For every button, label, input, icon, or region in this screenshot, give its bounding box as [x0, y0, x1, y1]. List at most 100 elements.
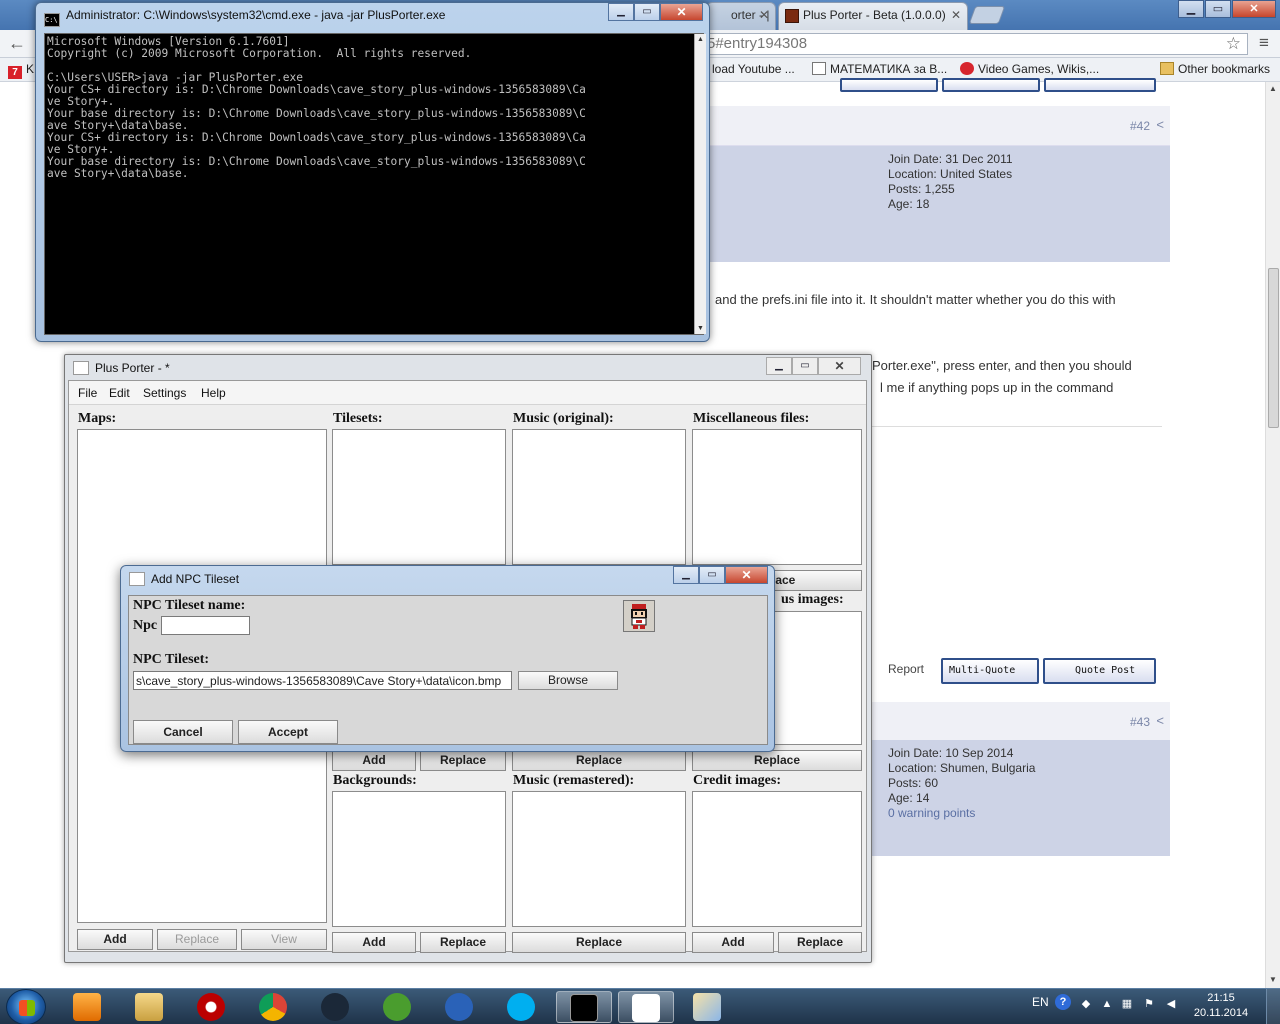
minimize-button[interactable]: ▁ — [608, 3, 634, 21]
close-button[interactable]: ✕ — [818, 357, 861, 375]
close-button[interactable]: ✕ — [1232, 0, 1276, 18]
chevron-up-icon[interactable]: ▲ — [1100, 997, 1114, 1011]
maps-replace-button[interactable]: Replace — [157, 929, 237, 950]
input-value: s\cave_story_plus-windows-1356583089\Cav… — [136, 674, 502, 688]
taskbar-paint[interactable] — [680, 991, 736, 1023]
share-icon[interactable]: < — [1156, 117, 1164, 132]
warning-points-link[interactable]: 0 warning points — [888, 806, 1170, 821]
cmd-console[interactable]: Microsoft Windows [Version 6.1.7601] Cop… — [44, 33, 706, 335]
clock[interactable]: 21:15 20.11.2014 г. — [1190, 991, 1252, 1024]
taskbar-java[interactable] — [618, 991, 674, 1023]
location: Location: United States — [888, 167, 1013, 181]
maps-view-button[interactable]: View — [241, 929, 327, 950]
new-tab-button[interactable] — [968, 6, 1006, 24]
tilesets-replace-button[interactable]: Replace — [420, 750, 506, 771]
help-icon[interactable]: ? — [1055, 994, 1071, 1010]
browser-tab-active[interactable]: Plus Porter - Beta (1.0.0.0) ✕ — [778, 2, 968, 30]
taskbar-skype[interactable] — [494, 991, 550, 1023]
bookmark-other[interactable]: Other bookmarks — [1160, 62, 1270, 76]
opera-icon — [197, 993, 225, 1021]
language-indicator[interactable]: EN — [1032, 995, 1049, 1009]
credit-images-replace-button[interactable]: Replace — [778, 932, 862, 953]
taskbar-battlenet[interactable] — [432, 991, 488, 1023]
scroll-up-icon[interactable]: ▲ — [697, 36, 704, 43]
taskbar-explorer[interactable] — [122, 991, 178, 1023]
taskbar-media-player[interactable] — [60, 991, 116, 1023]
credit-images-list[interactable] — [692, 791, 862, 927]
music-original-replace-button[interactable]: Replace — [512, 750, 686, 771]
tileset-name-input[interactable] — [161, 616, 250, 635]
post-number[interactable]: #43 — [1130, 715, 1150, 729]
scroll-up-icon[interactable]: ▲ — [1269, 84, 1277, 93]
misc-images-list[interactable] — [774, 611, 862, 745]
console-scrollbar[interactable]: ▲ ▼ — [694, 34, 706, 334]
music-remastered-replace-button[interactable]: Replace — [512, 932, 686, 953]
scroll-down-icon[interactable]: ▼ — [697, 325, 704, 332]
backgrounds-replace-button[interactable]: Replace — [420, 932, 506, 953]
network-icon[interactable]: ▦ — [1120, 997, 1134, 1011]
misc-files-list[interactable] — [692, 429, 862, 565]
close-icon[interactable]: ✕ — [951, 8, 961, 22]
music-remastered-list[interactable] — [512, 791, 686, 927]
menu-settings[interactable]: Settings — [143, 386, 186, 400]
browser-tab-inactive[interactable]: orter - | ✕ — [706, 2, 776, 30]
scroll-down-icon[interactable]: ▼ — [1269, 975, 1277, 984]
backgrounds-add-button[interactable]: Add — [332, 932, 416, 953]
post-number[interactable]: #42 — [1130, 119, 1150, 133]
maps-add-button[interactable]: Add — [77, 929, 153, 950]
menu-help[interactable]: Help — [201, 386, 226, 400]
menu-icon[interactable]: ≡ — [1254, 34, 1274, 54]
taskbar-steam[interactable] — [308, 991, 364, 1023]
shield-icon[interactable]: ◆ — [1079, 997, 1093, 1011]
maximize-button[interactable]: ▭ — [792, 357, 818, 375]
misc-images-label: us images: — [781, 592, 844, 607]
maximize-button[interactable]: ▭ — [634, 3, 660, 21]
bookmark-k[interactable]: 7K — [8, 62, 34, 79]
taskbar-opera[interactable] — [184, 991, 240, 1023]
cancel-button[interactable]: Cancel — [133, 720, 233, 744]
browse-button[interactable]: Browse — [518, 671, 618, 690]
back-arrow-icon[interactable]: ← — [6, 34, 28, 54]
bookmark-label: load Youtube ... — [712, 62, 795, 76]
forum-button-top-2[interactable] — [942, 78, 1040, 92]
scrollbar-thumb[interactable] — [1268, 268, 1279, 428]
misc-replace-button[interactable]: lace — [769, 570, 862, 591]
forum-button-top-1[interactable] — [840, 78, 938, 92]
maximize-button[interactable]: ▭ — [699, 566, 725, 584]
taskbar-utorrent[interactable] — [370, 991, 426, 1023]
minimize-button[interactable]: ▁ — [766, 357, 792, 375]
minimize-button[interactable]: ▁ — [1178, 0, 1204, 18]
minimize-button[interactable]: ▁ — [673, 566, 699, 584]
page-scrollbar[interactable]: ▲ ▼ — [1265, 82, 1280, 988]
start-button[interactable] — [6, 989, 46, 1024]
music-original-list[interactable] — [512, 429, 686, 565]
maximize-button[interactable]: ▭ — [1205, 0, 1231, 18]
tilesets-add-button[interactable]: Add — [332, 750, 416, 771]
close-icon[interactable]: ✕ — [759, 8, 769, 22]
bookmark-matematika[interactable]: МАТЕМАТИКА за В... — [812, 62, 947, 76]
bookmark-wikia[interactable]: Video Games, Wikis,... — [960, 62, 1099, 76]
show-desktop-button[interactable] — [1266, 989, 1280, 1024]
taskbar-cmd[interactable] — [556, 991, 612, 1023]
multi-quote-button[interactable]: Multi-Quote — [941, 658, 1039, 684]
menu-file[interactable]: File — [78, 386, 97, 400]
report-link[interactable]: Report — [888, 662, 924, 676]
tilesets-list[interactable] — [332, 429, 506, 565]
credit-images-add-button[interactable]: Add — [692, 932, 774, 953]
forum-button-top-3[interactable] — [1044, 78, 1156, 92]
star-icon[interactable]: ☆ — [1226, 34, 1241, 54]
share-icon[interactable]: < — [1156, 713, 1164, 728]
misc-images-replace-button[interactable]: Replace — [692, 750, 862, 771]
flag-icon[interactable]: ⚑ — [1142, 997, 1156, 1011]
menu-edit[interactable]: Edit — [109, 386, 130, 400]
tileset-path-input[interactable]: s\cave_story_plus-windows-1356583089\Cav… — [133, 671, 512, 690]
address-bar[interactable]: 5#entry194308 ☆ — [706, 33, 1248, 55]
volume-icon[interactable]: ◀ — [1164, 997, 1178, 1011]
bookmark-youtube[interactable]: load Youtube ... — [712, 62, 795, 76]
quote-post-button[interactable]: Quote Post — [1043, 658, 1156, 684]
close-button[interactable]: ✕ — [725, 566, 768, 584]
close-button[interactable]: ✕ — [660, 3, 703, 21]
backgrounds-list[interactable] — [332, 791, 506, 927]
taskbar-chrome[interactable] — [246, 991, 302, 1023]
accept-button[interactable]: Accept — [238, 720, 338, 744]
